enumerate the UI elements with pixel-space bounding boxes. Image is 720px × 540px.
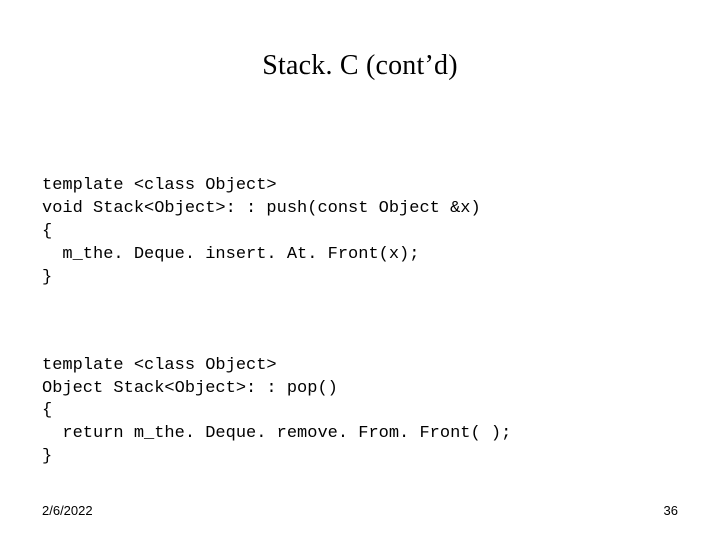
code-line: void Stack<Object>: : push(const Object … bbox=[42, 199, 481, 218]
code-block-pop: template <class Object> Object Stack<Obj… bbox=[42, 332, 680, 470]
slide-title: Stack. C (cont’d) bbox=[40, 50, 680, 82]
code-line: { bbox=[42, 401, 52, 420]
footer-date: 2/6/2022 bbox=[42, 503, 93, 518]
footer-page-number: 36 bbox=[664, 503, 678, 518]
code-line: return m_the. Deque. remove. From. Front… bbox=[42, 424, 511, 443]
code-line: Object Stack<Object>: : pop() bbox=[42, 379, 338, 398]
code-line: template <class Object> bbox=[42, 176, 277, 195]
code-line: template <class Object> bbox=[42, 356, 277, 375]
block-gap bbox=[40, 290, 680, 332]
code-block-push: template <class Object> void Stack<Objec… bbox=[42, 152, 680, 290]
code-line: m_the. Deque. insert. At. Front(x); bbox=[42, 245, 419, 264]
code-line: { bbox=[42, 222, 52, 241]
code-line: } bbox=[42, 447, 52, 466]
footer: 2/6/2022 36 bbox=[42, 503, 678, 518]
slide: Stack. C (cont’d) template <class Object… bbox=[0, 0, 720, 540]
code-line: } bbox=[42, 268, 52, 287]
